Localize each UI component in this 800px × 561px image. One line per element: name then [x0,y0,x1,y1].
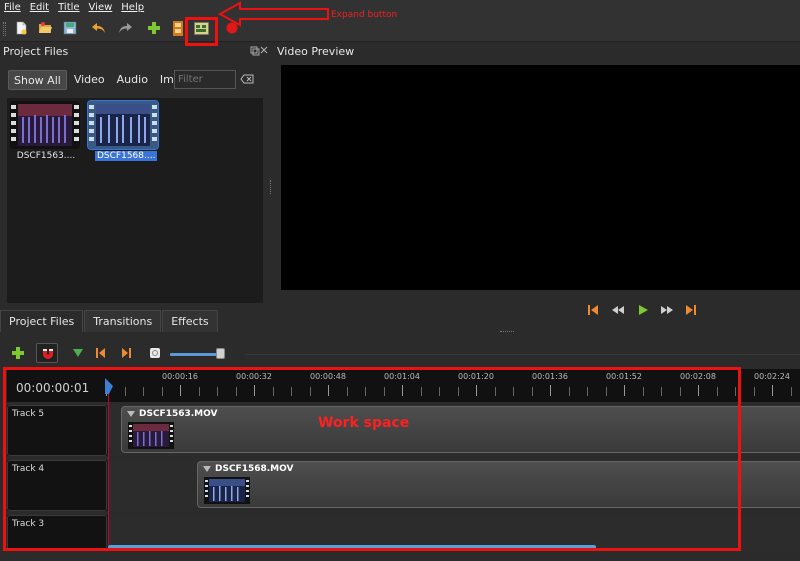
preview-splitter[interactable] [500,331,514,333]
snapping-icon [43,349,53,359]
file-label-selected[interactable]: DSCF1568.... [95,151,158,161]
save-project-icon[interactable] [62,20,78,36]
filter-video[interactable]: Video [69,70,110,90]
toolbar-grip[interactable] [3,22,6,36]
add-track-icon[interactable] [11,346,25,360]
file-thumbnail[interactable] [10,101,80,149]
dock-tabs: Project Files Transitions Effects [0,310,219,332]
expand-button-highlight [185,17,218,46]
panel-splitter[interactable] [270,180,273,194]
video-preview-title: Video Preview [277,45,355,58]
add-marker-icon[interactable] [71,346,85,360]
tab-transitions[interactable]: Transitions [84,310,162,332]
ruler-tick [772,385,773,396]
jump-start-icon[interactable] [586,303,600,317]
ruler-tick-label: 00:02:24 [754,372,790,381]
menu-edit[interactable]: Edit [30,2,49,13]
import-files-icon[interactable] [146,20,162,36]
annotation-arrow-icon [218,1,329,27]
clear-filter-icon[interactable] [240,74,254,84]
menu-help[interactable]: Help [121,2,144,13]
filter-input[interactable] [174,70,236,89]
filter-audio[interactable]: Audio [112,70,153,90]
rewind-icon[interactable] [611,303,625,317]
new-project-icon[interactable] [13,20,29,36]
timeline-toolbar [0,337,800,367]
toolbar-divider [245,354,800,355]
dock-float-icon[interactable] [250,46,268,56]
ruler-tick [790,387,792,396]
ruler-tick [753,387,755,396]
menu-bar: File Edit Title View Help [0,0,800,14]
zoom-slider-handle[interactable] [216,348,225,359]
video-preview-canvas[interactable] [281,65,800,290]
redo-icon[interactable] [117,20,133,36]
zoom-slider-fill [170,353,218,356]
menu-title[interactable]: Title [58,2,79,13]
project-files-list[interactable]: DSCF1563.... DSCF1568.... [7,98,263,303]
project-files-filters: Show All Video Audio Image [8,70,201,90]
snapping-button[interactable] [36,343,58,363]
file-label[interactable]: DSCF1563.... [15,151,77,161]
play-icon[interactable] [636,303,650,317]
next-marker-icon[interactable] [119,346,133,360]
filter-show-all[interactable]: Show All [8,70,67,90]
file-thumbnail[interactable] [88,101,158,149]
tab-project-files[interactable]: Project Files [0,310,84,332]
previous-marker-icon[interactable] [94,346,108,360]
open-project-icon[interactable] [37,20,53,36]
expand-button-annotation: Expand button [331,10,398,20]
undo-icon[interactable] [91,20,107,36]
menu-view[interactable]: View [89,2,113,13]
workspace-annotation: Work space [318,415,410,431]
workspace-highlight [3,367,741,551]
fast-forward-icon[interactable] [660,303,674,317]
zoom-icon[interactable] [148,346,162,360]
menu-file[interactable]: File [4,2,21,13]
main-toolbar [0,14,800,42]
jump-end-icon[interactable] [684,303,698,317]
profile-icon[interactable] [170,20,186,36]
tab-effects[interactable]: Effects [162,310,218,332]
project-files-title: Project Files [3,45,69,58]
